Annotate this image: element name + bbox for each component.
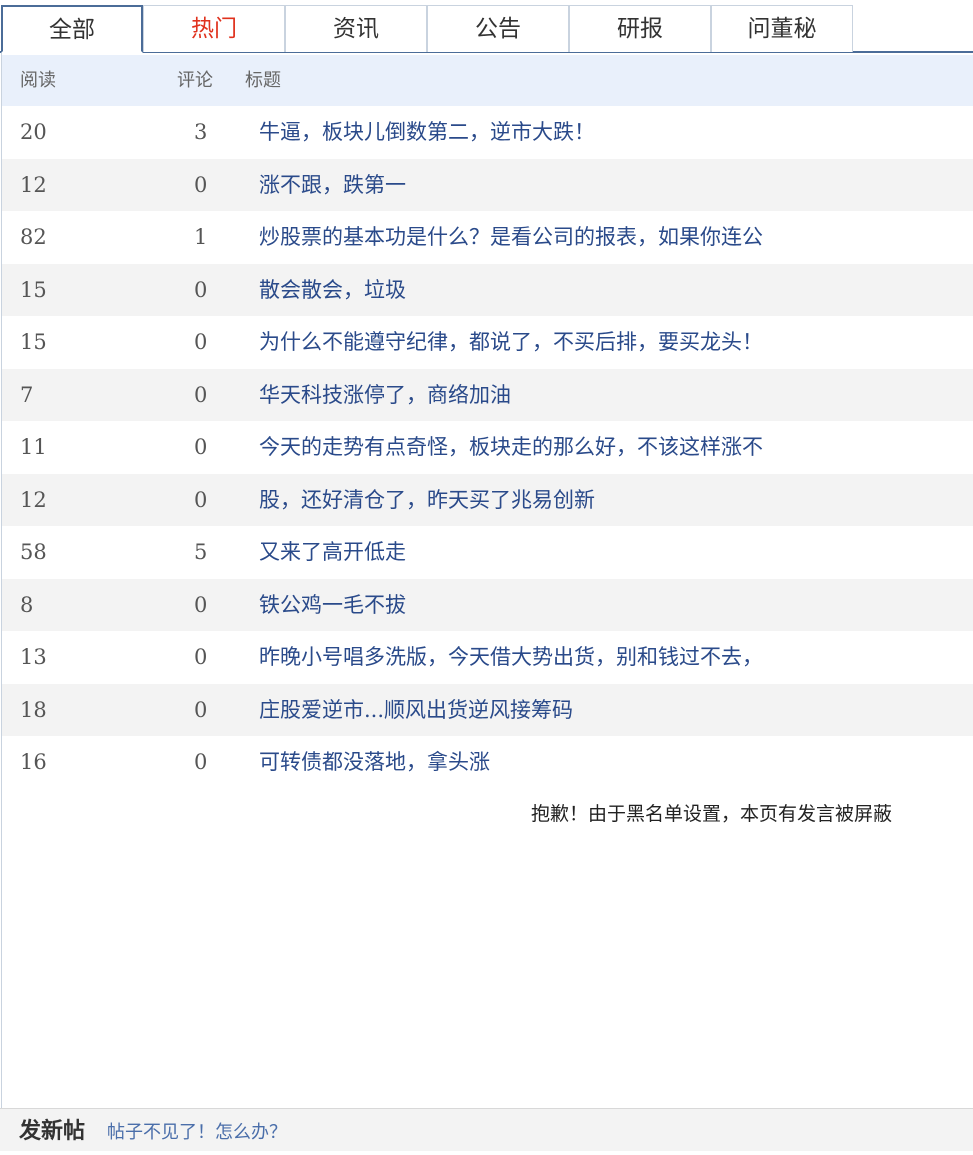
- comment-count: 0: [194, 487, 208, 512]
- read-count: 82: [20, 225, 47, 249]
- post-title-link[interactable]: 昨晚小号唱多洗版，今天借大势出货，别和钱过不去，: [259, 631, 859, 683]
- read-count: 15: [20, 330, 47, 354]
- comment-count: 0: [194, 277, 208, 302]
- header-read: 阅读: [20, 70, 56, 91]
- table-row: 12 0 股，还好清仓了，昨天买了兆易创新: [2, 473, 973, 526]
- comment-count: 0: [194, 592, 208, 617]
- read-count: 15: [20, 277, 47, 302]
- comment-count: 0: [194, 330, 208, 354]
- missing-post-help-link[interactable]: 帖子不见了！怎么办？: [107, 1111, 287, 1155]
- tab-all[interactable]: 全部: [1, 5, 143, 53]
- table-row: 15 0 为什么不能遵守纪律，都说了，不买后排，要买龙头！: [2, 316, 973, 369]
- blacklist-notice: 抱歉！由于黑名单设置，本页有发言被屏蔽: [530, 803, 892, 825]
- post-title-link[interactable]: 华天科技涨停了，商络加油: [259, 369, 859, 421]
- comment-count: 0: [194, 750, 208, 774]
- post-title-link[interactable]: 可转债都没落地，拿头涨: [259, 736, 859, 788]
- read-count: 18: [20, 697, 47, 722]
- table-row: 12 0 涨不跟，跌第一: [2, 158, 973, 211]
- read-count: 58: [20, 540, 47, 564]
- header-title: 标题: [245, 70, 281, 91]
- post-title-link[interactable]: 散会散会，垃圾: [259, 264, 859, 316]
- new-post-button[interactable]: 发新帖: [19, 1109, 85, 1153]
- read-count: 12: [20, 172, 47, 197]
- tab-ask-secretary[interactable]: 问董秘: [711, 5, 853, 52]
- read-count: 12: [20, 487, 47, 512]
- table-row: 18 0 庄股爱逆市...顺风出货逆风接筹码: [2, 683, 973, 736]
- post-title-link[interactable]: 今天的走势有点奇怪，板块走的那么好，不该这样涨不: [259, 421, 859, 473]
- comment-count: 0: [194, 382, 208, 407]
- read-count: 20: [20, 120, 47, 144]
- post-title-link[interactable]: 涨不跟，跌第一: [259, 159, 859, 211]
- post-title-link[interactable]: 铁公鸡一毛不拔: [259, 579, 859, 631]
- tab-news[interactable]: 资讯: [285, 5, 427, 52]
- tab-announcements[interactable]: 公告: [427, 5, 569, 52]
- header-comment: 评论: [177, 70, 213, 91]
- table-row: 82 1 炒股票的基本功是什么？是看公司的报表，如果你连公: [2, 211, 973, 264]
- comment-count: 1: [194, 225, 208, 249]
- post-title-link[interactable]: 庄股爱逆市...顺风出货逆风接筹码: [259, 684, 859, 736]
- comment-count: 0: [194, 645, 208, 669]
- tab-bar: 全部 热门 资讯 公告 研报 问董秘: [0, 0, 973, 53]
- read-count: 7: [20, 382, 34, 407]
- comment-count: 5: [194, 540, 208, 564]
- read-count: 16: [20, 750, 47, 774]
- comment-count: 0: [194, 435, 208, 459]
- tab-research[interactable]: 研报: [569, 5, 711, 52]
- post-list: 20 3 牛逼，板块儿倒数第二，逆市大跌！ 12 0 涨不跟，跌第一 82 1 炒股票的基本…: [2, 106, 973, 789]
- table-row: 7 0 华天科技涨停了，商络加油: [2, 368, 973, 421]
- comment-count: 3: [194, 120, 208, 144]
- table-row: 15 0 散会散会，垃圾: [2, 263, 973, 316]
- table-row: 16 0 可转债都没落地，拿头涨: [2, 736, 973, 789]
- read-count: 13: [20, 645, 47, 669]
- post-title-link[interactable]: 炒股票的基本功是什么？是看公司的报表，如果你连公: [259, 211, 859, 263]
- table-row: 20 3 牛逼，板块儿倒数第二，逆市大跌！: [2, 106, 973, 159]
- post-title-link[interactable]: 又来了高开低走: [259, 526, 859, 578]
- table-row: 8 0 铁公鸡一毛不拔: [2, 578, 973, 631]
- comment-count: 0: [194, 172, 208, 197]
- table-header: 阅读 评论 标题: [2, 55, 973, 106]
- table-row: 58 5 又来了高开低走: [2, 526, 973, 579]
- footer-bar: 发新帖 帖子不见了！怎么办？: [0, 1108, 973, 1151]
- tab-hot[interactable]: 热门: [143, 5, 285, 52]
- read-count: 8: [20, 592, 34, 617]
- post-title-link[interactable]: 为什么不能遵守纪律，都说了，不买后排，要买龙头！: [259, 316, 859, 368]
- table-row: 11 0 今天的走势有点奇怪，板块走的那么好，不该这样涨不: [2, 421, 973, 474]
- read-count: 11: [20, 435, 47, 459]
- table-row: 13 0 昨晚小号唱多洗版，今天借大势出货，别和钱过不去，: [2, 631, 973, 684]
- post-title-link[interactable]: 股，还好清仓了，昨天买了兆易创新: [259, 474, 859, 526]
- post-title-link[interactable]: 牛逼，板块儿倒数第二，逆市大跌！: [259, 106, 859, 158]
- comment-count: 0: [194, 697, 208, 722]
